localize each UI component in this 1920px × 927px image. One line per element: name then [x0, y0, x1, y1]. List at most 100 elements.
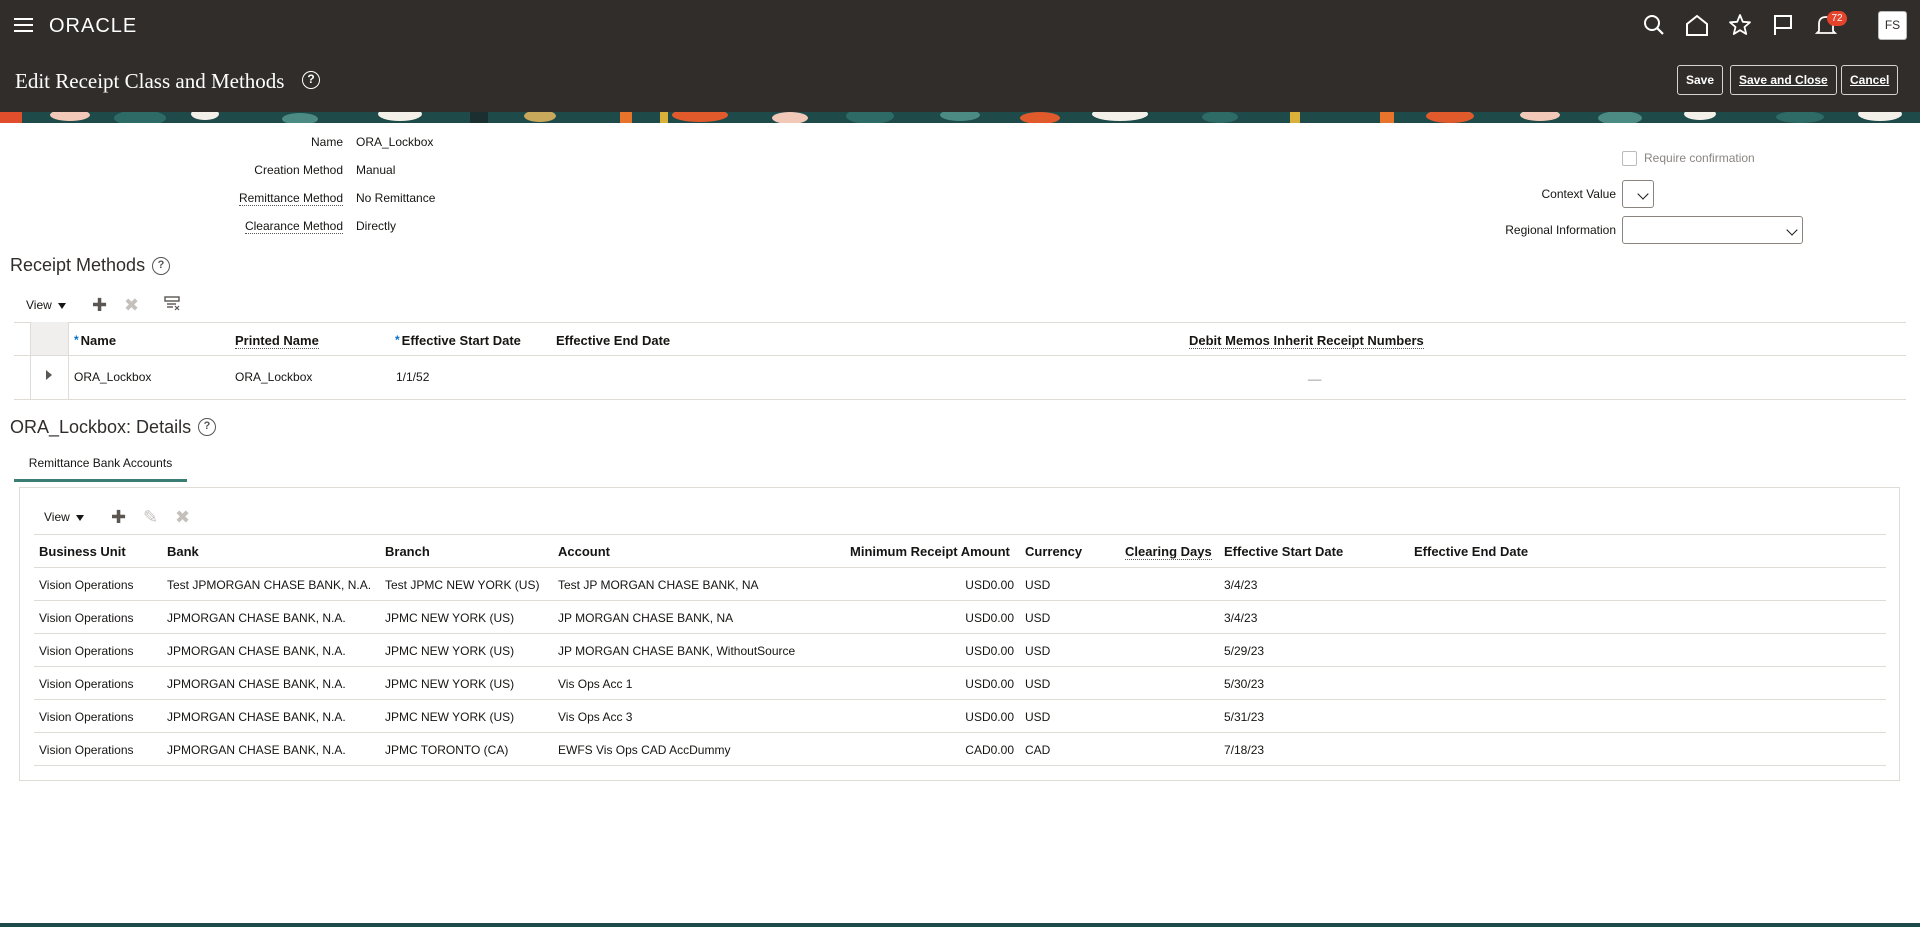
cell-currency: USD	[1025, 611, 1051, 625]
receipt-methods-title: Receipt Methods	[10, 255, 146, 275]
cell-account: Vis Ops Acc 1	[558, 677, 633, 691]
table-gutter	[14, 322, 31, 400]
cell-branch: JPMC TORONTO (CA)	[385, 743, 509, 757]
column-header-minimum-receipt-amount[interactable]: Minimum Receipt Amount	[850, 544, 1010, 559]
column-header-text: Effective Start Date	[401, 333, 521, 348]
table-row[interactable]: Vision Operations JPMORGAN CHASE BANK, N.…	[34, 667, 1886, 700]
column-header-printed-name[interactable]: Printed Name	[235, 333, 319, 349]
column-header-clearing-days[interactable]: Clearing Days	[1125, 544, 1212, 560]
table-row[interactable]: Vision Operations JPMORGAN CHASE BANK, N.…	[34, 601, 1886, 634]
cell-business-unit: Vision Operations	[39, 578, 134, 592]
cell-branch: JPMC NEW YORK (US)	[385, 677, 515, 691]
clearance-method-label-text: Clearance Method	[244, 219, 343, 234]
column-header-effective-end-date[interactable]: Effective End Date	[1414, 544, 1528, 559]
details-title: ORA_Lockbox: Details	[10, 417, 192, 437]
global-header: ORACLE 72 FS	[0, 0, 1920, 50]
cancel-button[interactable]: Cancel	[1841, 65, 1899, 95]
column-header-effective-start-date[interactable]: * Effective Start Date	[395, 333, 521, 348]
row-header-column	[31, 322, 69, 400]
cell-bank: Test JPMORGAN CHASE BANK, N.A.	[167, 578, 372, 592]
column-header-text: Debit Memos Inherit Receipt Numbers	[1189, 333, 1424, 349]
cell-start-date: 1/1/52	[396, 370, 430, 384]
cell-business-unit: Vision Operations	[39, 644, 134, 658]
clearance-method-label[interactable]: Clearance Method	[143, 219, 343, 234]
notification-count-badge: 72	[1827, 11, 1847, 26]
flag-icon[interactable]	[1770, 12, 1796, 38]
column-header-account[interactable]: Account	[558, 544, 610, 559]
cell-start-date: 5/29/23	[1224, 644, 1265, 658]
required-indicator: *	[74, 333, 79, 347]
cell-start-date: 3/4/23	[1224, 578, 1258, 592]
favorites-star-icon[interactable]	[1727, 12, 1753, 38]
view-menu-label: View	[26, 298, 52, 312]
freeze-columns-icon[interactable]	[164, 295, 182, 313]
table-row[interactable]: Vision Operations Test JPMORGAN CHASE BAN…	[34, 568, 1886, 601]
save-button[interactable]: Save	[1677, 65, 1724, 95]
delete-icon[interactable]: ✖	[124, 296, 139, 314]
cell-name: ORA_Lockbox	[74, 370, 152, 384]
help-icon[interactable]: ?	[152, 257, 170, 275]
page-title: Edit Receipt Class and Methods	[15, 69, 285, 93]
context-value-select[interactable]	[1622, 180, 1654, 208]
column-header-text: Name	[80, 333, 117, 348]
home-icon[interactable]	[1684, 12, 1710, 38]
column-header-business-unit[interactable]: Business Unit	[39, 544, 126, 559]
chevron-down-icon	[1786, 224, 1798, 236]
tab-remittance-bank-accounts[interactable]: Remittance Bank Accounts	[14, 452, 187, 482]
cell-printed-name: ORA_Lockbox	[235, 370, 313, 384]
cell-min-amount: USD0.00	[965, 644, 1014, 658]
cell-branch: JPMC NEW YORK (US)	[385, 710, 515, 724]
cell-start-date: 7/18/23	[1224, 743, 1265, 757]
column-header-debit-memos[interactable]: Debit Memos Inherit Receipt Numbers	[1189, 333, 1424, 349]
user-avatar[interactable]: FS	[1878, 11, 1907, 40]
cell-start-date: 5/30/23	[1224, 677, 1265, 691]
name-label: Name	[310, 135, 343, 149]
help-icon[interactable]: ?	[198, 418, 216, 436]
regional-information-select[interactable]	[1622, 216, 1803, 244]
expand-row-icon[interactable]	[46, 370, 52, 380]
menu-icon[interactable]	[14, 16, 34, 34]
caret-down-icon	[57, 302, 66, 309]
table-row[interactable]: Vision Operations JPMORGAN CHASE BANK, N.…	[34, 700, 1886, 733]
receipt-methods-view-menu[interactable]: View	[26, 298, 66, 312]
cell-account: Vis Ops Acc 3	[558, 710, 633, 724]
help-icon[interactable]: ?	[302, 71, 320, 89]
required-indicator: *	[395, 333, 400, 347]
cell-business-unit: Vision Operations	[39, 743, 134, 757]
cell-account: JP MORGAN CHASE BANK, WithoutSource	[558, 644, 796, 658]
add-icon[interactable]: ✚	[92, 296, 107, 314]
cell-currency: USD	[1025, 677, 1051, 691]
table-row[interactable]: ORA_Lockbox ORA_Lockbox 1/1/52 __	[14, 356, 1906, 400]
column-header-effective-start-date[interactable]: Effective Start Date	[1224, 544, 1343, 559]
oracle-logo[interactable]: ORACLE	[49, 15, 137, 38]
cell-debit-memos: __	[1308, 367, 1322, 381]
require-confirmation-checkbox[interactable]	[1622, 151, 1637, 166]
cell-bank: JPMORGAN CHASE BANK, N.A.	[167, 677, 346, 691]
cell-business-unit: Vision Operations	[39, 611, 134, 625]
table-row[interactable]: Vision Operations JPMORGAN CHASE BANK, N.…	[34, 733, 1886, 766]
add-icon[interactable]: ✚	[111, 508, 126, 526]
name-value: ORA_Lockbox	[356, 135, 434, 149]
column-header-currency[interactable]: Currency	[1025, 544, 1082, 559]
bank-accounts-table-header: Business Unit Bank Branch Account Minimu…	[34, 534, 1886, 568]
bell-icon[interactable]: 72	[1813, 11, 1847, 38]
delete-icon[interactable]: ✖	[175, 508, 190, 526]
cell-currency: CAD	[1025, 743, 1051, 757]
cell-start-date: 5/31/23	[1224, 710, 1265, 724]
remittance-method-label[interactable]: Remittance Method	[143, 191, 343, 206]
cell-account: Test JP MORGAN CHASE BANK, NA	[558, 578, 759, 592]
edit-pencil-icon[interactable]: ✎	[143, 508, 158, 526]
cell-min-amount: USD0.00	[965, 578, 1014, 592]
column-header-name[interactable]: * Name	[74, 333, 116, 348]
save-and-close-button[interactable]: Save and Close	[1730, 65, 1837, 95]
page-header: Edit Receipt Class and Methods ? Save Sa…	[0, 50, 1920, 112]
column-header-effective-end-date[interactable]: Effective End Date	[556, 333, 670, 348]
cell-currency: USD	[1025, 578, 1051, 592]
bank-accounts-view-menu[interactable]: View	[44, 510, 84, 524]
chevron-down-icon	[1637, 188, 1649, 200]
column-header-bank[interactable]: Bank	[167, 544, 199, 559]
view-menu-label: View	[44, 510, 70, 524]
table-row[interactable]: Vision Operations JPMORGAN CHASE BANK, N.…	[34, 634, 1886, 667]
column-header-branch[interactable]: Branch	[385, 544, 430, 559]
search-icon[interactable]	[1641, 12, 1667, 38]
